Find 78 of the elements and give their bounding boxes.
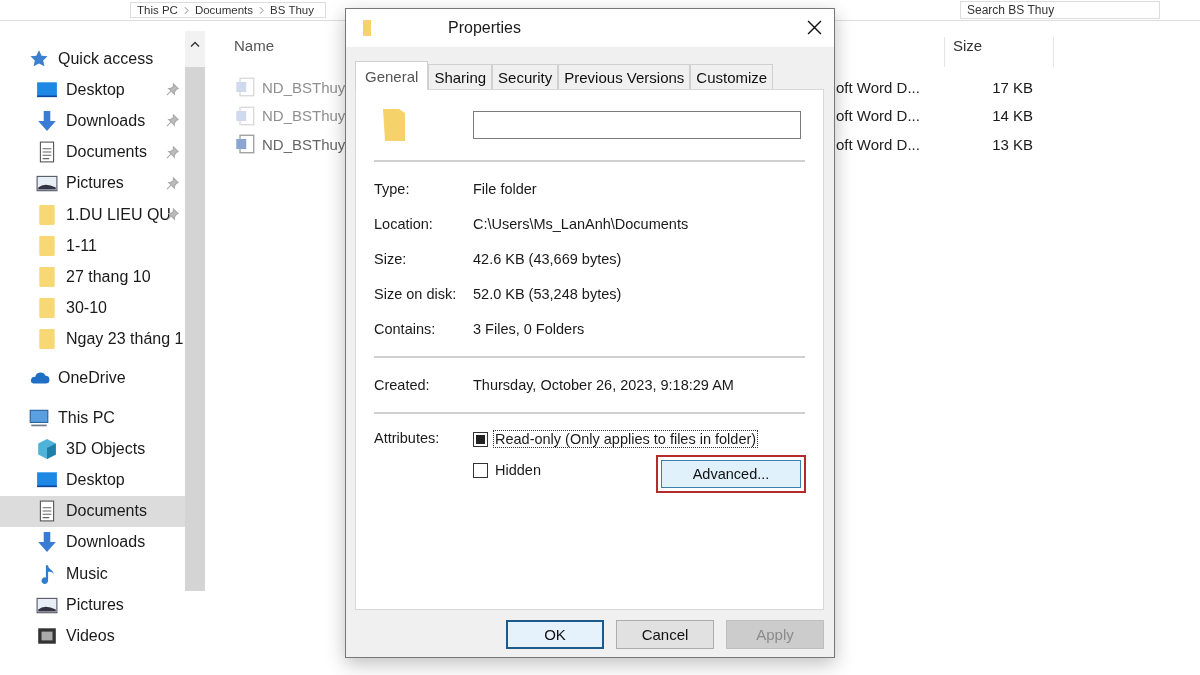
property-label: Location: — [374, 215, 434, 232]
file-size: 13 KB — [991, 135, 1033, 153]
chevron-right-icon — [183, 5, 189, 15]
file-name[interactable]: ND_BSThuy — [262, 135, 346, 153]
nav-item[interactable]: Pictures — [0, 589, 185, 621]
file-type: oft Word D... — [836, 78, 920, 96]
folder-icon — [36, 203, 58, 226]
window-title: Properties — [448, 19, 521, 37]
file-type: oft Word D... — [836, 107, 920, 125]
nav-item[interactable]: This PC — [0, 402, 185, 434]
checkbox[interactable] — [473, 462, 488, 478]
nav-item[interactable]: Documents — [0, 136, 185, 168]
checkbox[interactable] — [473, 431, 488, 447]
checkbox-label[interactable]: Read-only (Only applies to files in folder) — [493, 430, 759, 448]
nav-item[interactable]: Desktop — [0, 74, 185, 106]
property-value: 3 Files, 0 Folders — [473, 320, 585, 337]
property-label: Size: — [374, 250, 408, 267]
property-label: Attributes: — [374, 430, 441, 448]
breadcrumb[interactable]: Documents — [194, 4, 254, 16]
nav-item[interactable]: Music — [0, 558, 185, 590]
tab[interactable]: Sharing — [428, 64, 493, 89]
nav-item[interactable]: 1-11 — [0, 230, 185, 262]
word-document-icon — [235, 134, 255, 155]
advanced-button[interactable]: Advanced... — [661, 460, 801, 488]
tab[interactable]: General — [355, 61, 429, 90]
nav-item[interactable]: Ngay 23 tháng 1 — [0, 323, 185, 355]
nav-item[interactable]: Quick access — [0, 43, 185, 75]
close-icon[interactable] — [807, 20, 822, 35]
tab[interactable]: Previous Versions — [558, 64, 691, 89]
folder-icon — [36, 234, 58, 257]
nav-item[interactable]: 27 thang 10 — [0, 261, 185, 293]
folder-icon — [36, 297, 58, 320]
property-value: 42.6 KB (43,669 bytes) — [473, 250, 622, 267]
chevron-right-icon — [259, 5, 265, 15]
word-document-icon — [235, 77, 255, 98]
nav-item[interactable]: Videos — [0, 620, 185, 652]
down-arrow-icon — [36, 109, 58, 132]
file-type: oft Word D... — [836, 135, 920, 153]
folder-icon — [36, 328, 58, 351]
file-size: 14 KB — [991, 107, 1033, 125]
chevron-up-icon[interactable] — [190, 41, 200, 48]
down-arrow-icon — [36, 531, 58, 554]
column-header[interactable]: Name — [234, 37, 274, 54]
dialog-button[interactable]: OK — [506, 620, 604, 649]
property-value: Thursday, October 26, 2023, 9:18:29 AM — [473, 376, 734, 393]
cube-icon — [36, 437, 58, 460]
property-value: File folder — [473, 180, 537, 197]
column-header[interactable]: Size — [944, 37, 1054, 67]
nav-item[interactable]: 3D Objects — [0, 433, 185, 465]
tab[interactable]: Customize — [690, 64, 774, 89]
nav-item[interactable]: 1.DU LIEU QU — [0, 198, 185, 231]
nav-item[interactable]: Desktop — [0, 464, 185, 496]
tab[interactable]: Security — [492, 64, 559, 89]
folder-icon — [36, 265, 58, 288]
folder-icon — [363, 20, 371, 36]
property-label: Created: — [374, 376, 431, 393]
scrollbar[interactable] — [185, 31, 205, 591]
checkbox-label[interactable]: Hidden — [493, 461, 543, 479]
property-label: Type: — [374, 180, 411, 197]
nav-item[interactable]: Documents — [0, 495, 185, 527]
property-value: C:\Users\Ms_LanAnh\Documents — [473, 215, 689, 232]
nav-item[interactable]: Pictures — [0, 167, 185, 199]
word-document-icon — [235, 105, 255, 126]
property-label: Size on disk: — [374, 285, 458, 302]
name-field[interactable] — [473, 111, 801, 139]
property-value: 52.0 KB (53,248 bytes) — [473, 285, 622, 302]
address-bar[interactable]: This PC Documents BS Thuy — [130, 2, 326, 18]
breadcrumb[interactable]: This PC — [137, 4, 178, 16]
folder-icon — [381, 107, 407, 143]
dialog-button[interactable]: Cancel — [616, 620, 714, 649]
nav-item[interactable]: OneDrive — [0, 362, 185, 395]
nav-item[interactable]: Downloads — [0, 105, 185, 137]
breadcrumb[interactable]: BS Thuy — [270, 4, 314, 16]
file-size: 17 KB — [991, 78, 1033, 96]
property-label: Contains: — [374, 320, 437, 337]
nav-item[interactable]: Downloads — [0, 526, 185, 558]
nav-item[interactable]: 30-10 — [0, 292, 185, 324]
search-field[interactable]: Search BS Thuy — [960, 1, 1160, 19]
